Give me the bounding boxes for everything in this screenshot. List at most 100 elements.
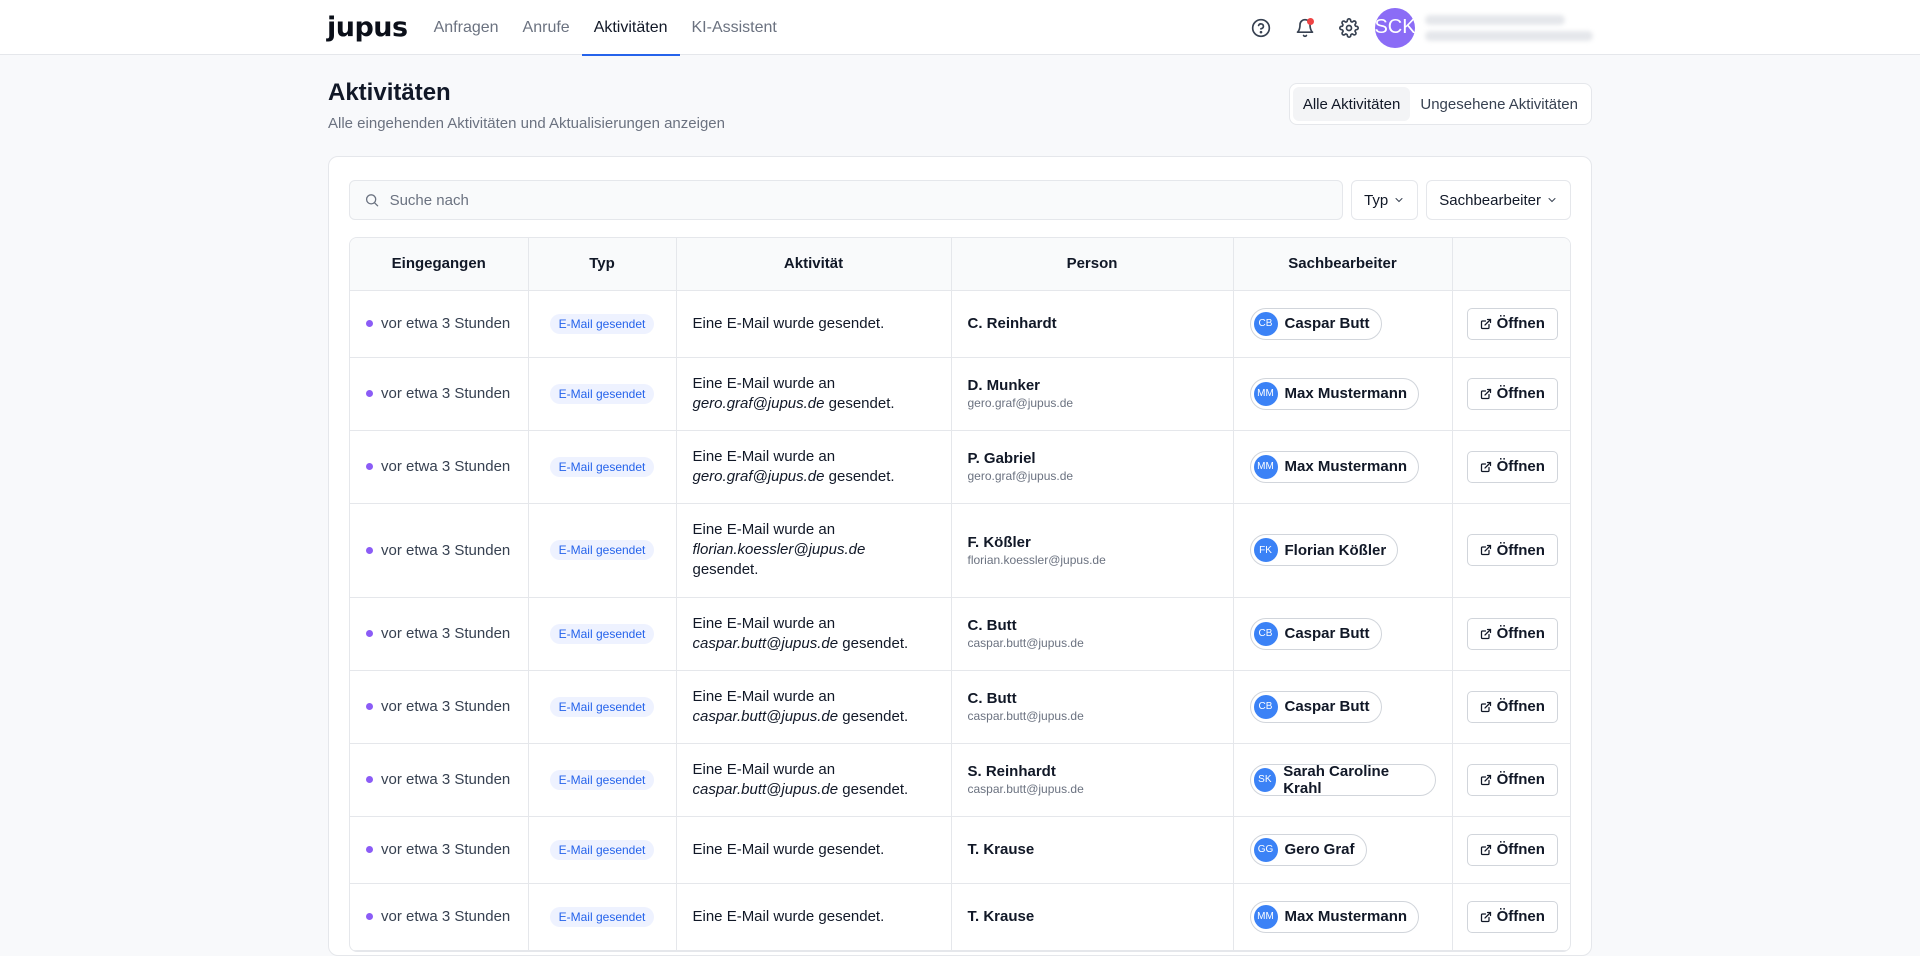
received-cell: vor etwa 3 Stunden	[350, 597, 529, 671]
assignee-cell: MM Max Mustermann	[1233, 357, 1453, 431]
activity-email: caspar.butt@jupus.de	[692, 780, 839, 798]
assignee-chip[interactable]: FK Florian Kößler	[1249, 534, 1399, 566]
open-button[interactable]: Öffnen	[1466, 763, 1558, 796]
nav-item-aktivitaeten[interactable]: Aktivitäten	[581, 0, 680, 56]
person-cell: S. Reinhardt caspar.butt@jupus.de	[951, 743, 1234, 817]
person-cell: C. Butt caspar.butt@jupus.de	[951, 670, 1234, 744]
assignee-chip[interactable]: GG Gero Graf	[1249, 833, 1367, 866]
column-header-assignee[interactable]: Sachbearbeiter	[1233, 238, 1453, 291]
type-cell: E-Mail gesendet	[528, 743, 677, 817]
assignee-name: Gero Graf	[1284, 841, 1355, 858]
nav-item-ki-assistent[interactable]: KI-Assistent	[680, 0, 789, 55]
table-row[interactable]: vor etwa 3 Stunden E-Mail gesendet Eine …	[350, 816, 1570, 884]
assignee-chip[interactable]: MM Max Mustermann	[1249, 377, 1420, 410]
column-header-received[interactable]: Eingegangen	[350, 238, 529, 291]
person-cell: C. Butt caspar.butt@jupus.de	[951, 597, 1234, 671]
table-row[interactable]: vor etwa 3 Stunden E-Mail gesendet Eine …	[350, 430, 1570, 504]
person-email: caspar.butt@jupus.de	[967, 709, 1084, 723]
assignee-chip[interactable]: CB Caspar Butt	[1249, 307, 1382, 340]
table-row[interactable]: vor etwa 3 Stunden E-Mail gesendet Eine …	[350, 503, 1570, 598]
activity-text: Eine E-Mail wurde an	[692, 687, 836, 705]
table-body: vor etwa 3 Stunden E-Mail gesendet Eine …	[350, 290, 1570, 951]
type-badge: E-Mail gesendet	[549, 313, 655, 334]
column-header-type[interactable]: Typ	[528, 238, 677, 291]
table-row[interactable]: vor etwa 3 Stunden E-Mail gesendet Eine …	[350, 883, 1570, 951]
table-toolbar: Typ Sachbearbeiter	[349, 180, 1571, 220]
unread-indicator	[366, 546, 373, 554]
assignee-filter-dropdown[interactable]: Sachbearbeiter	[1426, 180, 1571, 220]
assignee-chip[interactable]: SK Sarah Caroline Krahl	[1249, 763, 1436, 797]
received-cell: vor etwa 3 Stunden	[350, 670, 529, 744]
unread-indicator	[366, 630, 373, 637]
open-button[interactable]: Öffnen	[1466, 690, 1558, 723]
activity-email: caspar.butt@jupus.de	[692, 707, 839, 725]
column-header-activity[interactable]: Aktivität	[676, 238, 952, 291]
table-row[interactable]: vor etwa 3 Stunden E-Mail gesendet Eine …	[350, 670, 1570, 744]
type-filter-dropdown[interactable]: Typ	[1351, 180, 1419, 220]
open-button[interactable]: Öffnen	[1466, 534, 1558, 566]
assignee-cell: CB Caspar Butt	[1233, 670, 1453, 744]
settings-button[interactable]	[1327, 6, 1371, 50]
assignee-cell: CB Caspar Butt	[1233, 290, 1453, 358]
activity-text: Eine E-Mail wurde an	[692, 374, 836, 392]
table-row[interactable]: vor etwa 3 Stunden E-Mail gesendet Eine …	[350, 743, 1570, 817]
app-logo[interactable]: jupus	[327, 14, 408, 41]
unread-indicator	[366, 320, 373, 327]
external-link-icon	[1480, 774, 1491, 785]
activity-email: florian.koessler@jupus.de	[692, 541, 866, 558]
unread-indicator	[366, 913, 373, 920]
received-cell: vor etwa 3 Stunden	[350, 743, 529, 817]
activity-text: Eine E-Mail wurde gesendet.	[692, 314, 885, 332]
open-button[interactable]: Öffnen	[1466, 450, 1558, 483]
activity-cell: Eine E-Mail wurde an caspar.butt@jupus.de…	[676, 743, 952, 817]
activity-cell: Eine E-Mail wurde an caspar.butt@jupus.de…	[676, 670, 952, 744]
open-button[interactable]: Öffnen	[1466, 900, 1558, 933]
assignee-chip[interactable]: MM Max Mustermann	[1249, 900, 1420, 933]
received-time: vor etwa 3 Stunden	[381, 315, 511, 332]
column-header-actions	[1452, 238, 1570, 291]
activity-email: gero.graf@jupus.de	[692, 467, 825, 485]
search-icon	[365, 194, 379, 207]
table-row[interactable]: vor etwa 3 Stunden E-Mail gesendet Eine …	[350, 290, 1570, 358]
person-cell: C. Reinhardt	[951, 290, 1234, 358]
external-link-icon	[1480, 318, 1491, 329]
open-button[interactable]: Öffnen	[1466, 617, 1558, 650]
segment-all-activities[interactable]: Alle Aktivitäten	[1292, 87, 1411, 121]
column-header-person[interactable]: Person	[951, 238, 1234, 291]
table-row[interactable]: vor etwa 3 Stunden E-Mail gesendet Eine …	[350, 357, 1570, 431]
type-cell: E-Mail gesendet	[528, 430, 677, 504]
unread-indicator	[366, 463, 373, 470]
user-avatar[interactable]: SCK	[1374, 7, 1416, 48]
actions-cell: Öffnen	[1452, 883, 1570, 951]
assignee-chip[interactable]: CB Caspar Butt	[1249, 690, 1382, 723]
person-name: C. Reinhardt	[967, 315, 1057, 332]
type-cell: E-Mail gesendet	[528, 670, 677, 744]
notifications-button[interactable]	[1283, 6, 1327, 50]
activity-cell: Eine E-Mail wurde gesendet.	[676, 290, 952, 358]
segment-unseen-activities[interactable]: Ungesehene Aktivitäten	[1410, 87, 1588, 121]
nav-item-anrufe[interactable]: Anrufe	[511, 0, 582, 55]
assignee-chip[interactable]: CB Caspar Butt	[1249, 617, 1382, 650]
assignee-chip[interactable]: MM Max Mustermann	[1249, 450, 1420, 483]
activity-text-suffix: gesendet.	[838, 780, 909, 798]
open-button[interactable]: Öffnen	[1466, 377, 1558, 410]
search-input[interactable]	[389, 191, 1343, 209]
received-time: vor etwa 3 Stunden	[381, 698, 511, 715]
external-link-icon	[1480, 844, 1491, 855]
help-button[interactable]	[1239, 6, 1283, 50]
activities-card: Typ Sachbearbeiter Eingegangen Typ Aktiv…	[328, 156, 1592, 956]
activity-text: Eine E-Mail wurde gesendet.	[692, 907, 885, 925]
assignee-avatar: GG	[1253, 837, 1278, 862]
open-button[interactable]: Öffnen	[1466, 833, 1558, 866]
activity-text: Eine E-Mail wurde an	[692, 447, 836, 465]
assignee-cell: SK Sarah Caroline Krahl	[1233, 743, 1453, 817]
type-cell: E-Mail gesendet	[528, 503, 677, 598]
received-cell: vor etwa 3 Stunden	[350, 816, 529, 884]
external-link-icon	[1480, 461, 1491, 472]
open-button[interactable]: Öffnen	[1466, 307, 1558, 340]
person-email: caspar.butt@jupus.de	[967, 782, 1084, 796]
table-row[interactable]: vor etwa 3 Stunden E-Mail gesendet Eine …	[350, 597, 1570, 671]
search-box	[349, 180, 1344, 220]
nav-item-anfragen[interactable]: Anfragen	[422, 0, 511, 55]
top-navigation: jupus Anfragen Anrufe Aktivitäten KI-Ass…	[0, 0, 1920, 56]
